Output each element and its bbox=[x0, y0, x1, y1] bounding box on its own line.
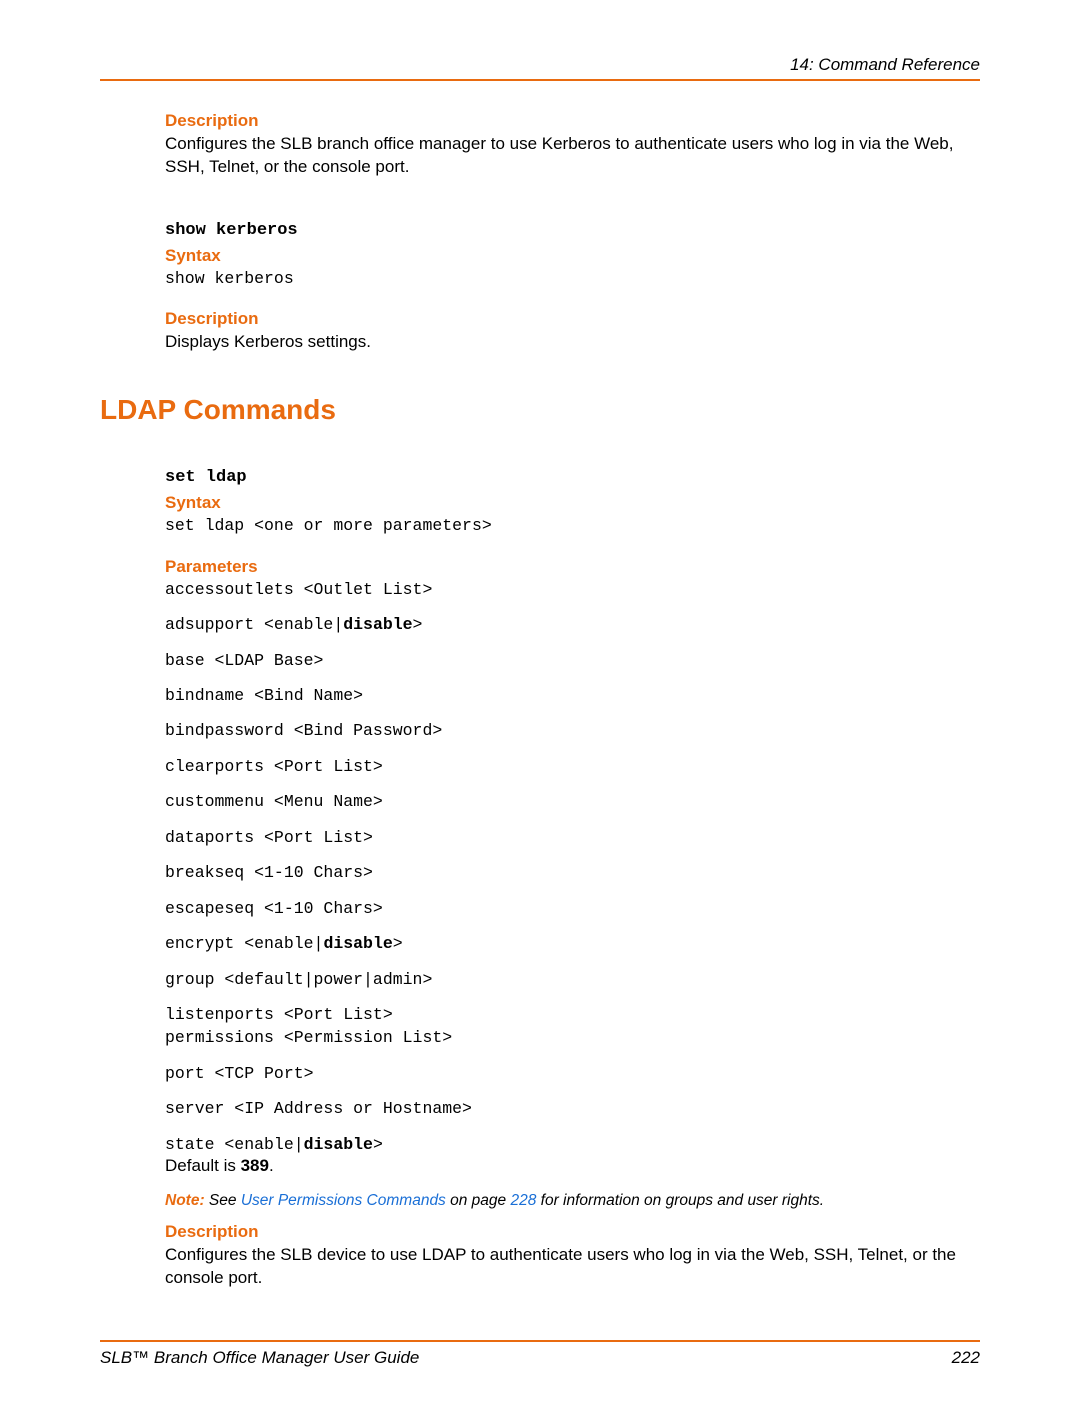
command-name-set-ldap: set ldap bbox=[165, 468, 980, 487]
footer: SLB™ Branch Office Manager User Guide 22… bbox=[100, 1340, 980, 1368]
param-line: port <TCP Port> bbox=[165, 1063, 980, 1084]
content: set ldap Syntax set ldap <one or more pa… bbox=[165, 468, 980, 1290]
param-line: bindpassword <Bind Password> bbox=[165, 720, 980, 741]
header-chapter: 14: Command Reference bbox=[100, 55, 980, 75]
param-line: escapeseq <1-10 Chars> bbox=[165, 898, 980, 919]
syntax-label: Syntax bbox=[165, 246, 980, 266]
param-line: encrypt <enable|disable> bbox=[165, 933, 980, 954]
description-label: Description bbox=[165, 111, 980, 131]
syntax-label: Syntax bbox=[165, 493, 980, 513]
note-page-link[interactable]: 228 bbox=[510, 1192, 536, 1209]
param-line: custommenu <Menu Name> bbox=[165, 791, 980, 812]
header-rule bbox=[100, 79, 980, 81]
page-number: 222 bbox=[952, 1348, 980, 1368]
param-line: server <IP Address or Hostname> bbox=[165, 1098, 980, 1119]
note-text: Note: See User Permissions Commands on p… bbox=[165, 1192, 980, 1210]
command-name-show-kerberos: show kerberos bbox=[165, 221, 980, 240]
param-line: base <LDAP Base> bbox=[165, 650, 980, 671]
param-line: adsupport <enable|disable> bbox=[165, 614, 980, 635]
note-link[interactable]: User Permissions Commands bbox=[241, 1192, 446, 1209]
param-line: dataports <Port List> bbox=[165, 827, 980, 848]
param-line: permissions <Permission List> bbox=[165, 1027, 980, 1048]
param-line: bindname <Bind Name> bbox=[165, 685, 980, 706]
footer-rule bbox=[100, 1340, 980, 1342]
description-label: Description bbox=[165, 1222, 980, 1242]
param-line: breakseq <1-10 Chars> bbox=[165, 862, 980, 883]
section-heading-ldap: LDAP Commands bbox=[100, 394, 980, 426]
parameters-label: Parameters bbox=[165, 557, 980, 577]
description-text: Displays Kerberos settings. bbox=[165, 331, 980, 354]
param-line: clearports <Port List> bbox=[165, 756, 980, 777]
syntax-text: show kerberos bbox=[165, 268, 980, 289]
description-text: Configures the SLB device to use LDAP to… bbox=[165, 1244, 980, 1290]
param-line: state <enable|disable> bbox=[165, 1134, 980, 1155]
default-text: Default is 389. bbox=[165, 1155, 980, 1178]
note-label: Note: bbox=[165, 1192, 205, 1209]
param-line: accessoutlets <Outlet List> bbox=[165, 579, 980, 600]
footer-title: SLB™ Branch Office Manager User Guide bbox=[100, 1348, 419, 1368]
syntax-text: set ldap <one or more parameters> bbox=[165, 515, 980, 536]
param-line: group <default|power|admin> bbox=[165, 969, 980, 990]
param-line: listenports <Port List> bbox=[165, 1004, 980, 1025]
page: 14: Command Reference Description Config… bbox=[0, 0, 1080, 1408]
content: Description Configures the SLB branch of… bbox=[165, 111, 980, 354]
description-label: Description bbox=[165, 309, 980, 329]
description-text: Configures the SLB branch office manager… bbox=[165, 133, 980, 179]
